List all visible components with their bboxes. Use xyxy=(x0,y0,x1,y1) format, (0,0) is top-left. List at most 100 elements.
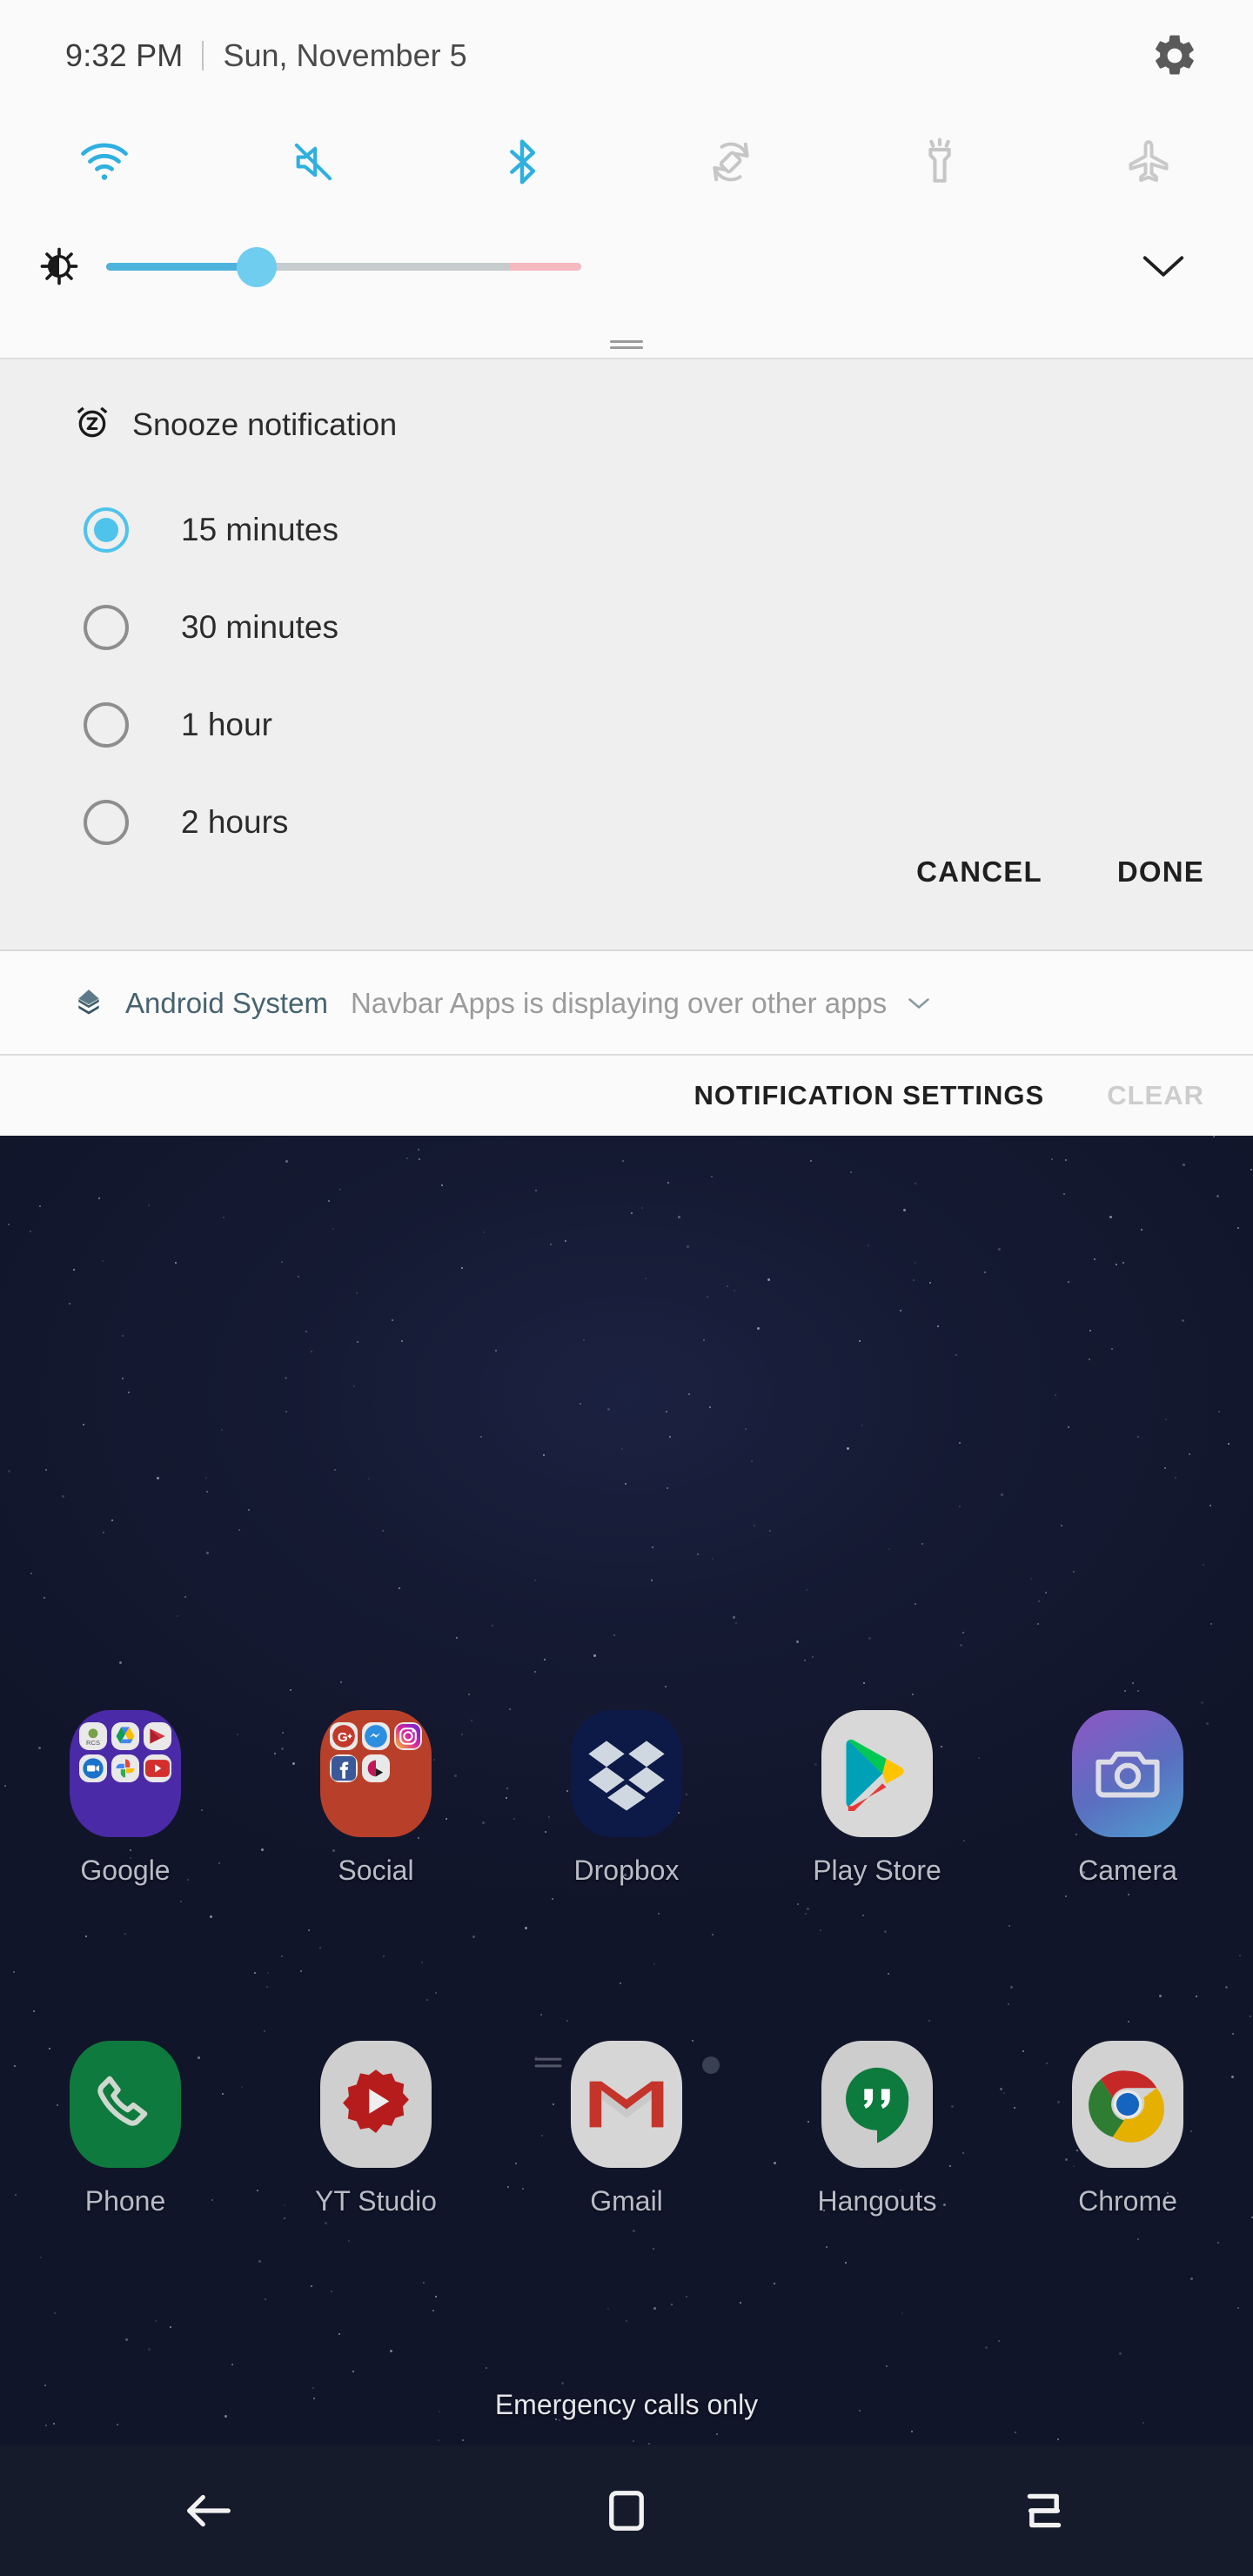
google-drive-icon xyxy=(111,1722,139,1750)
app-label: Dropbox xyxy=(573,1855,680,1886)
snooze-option-label: 15 minutes xyxy=(181,512,338,547)
notification-settings-button[interactable]: NOTIFICATION SETTINGS xyxy=(694,1080,1044,1111)
system-notification-row[interactable]: Android System Navbar Apps is displaying… xyxy=(0,951,1253,1056)
snooze-option-label: 30 minutes xyxy=(181,609,338,645)
brightness-row xyxy=(0,219,1253,313)
camera-icon xyxy=(1072,1710,1183,1837)
snooze-option-1-hour[interactable]: 1 hour xyxy=(0,676,1253,774)
qs-toggle-auto-rotate[interactable] xyxy=(626,111,835,212)
status-date: Sun, November 5 xyxy=(223,37,467,73)
cancel-button[interactable]: CANCEL xyxy=(916,855,1042,889)
recents-icon[interactable] xyxy=(975,2445,1114,2576)
snooze-option-15-minutes[interactable]: 15 minutes xyxy=(0,481,1253,579)
hangouts-icon xyxy=(821,2041,933,2168)
slider-warm-segment xyxy=(510,263,581,271)
snooze-action-row: CANCEL DONE xyxy=(916,855,1204,889)
messenger-icon xyxy=(362,1722,390,1750)
svg-text:RCS: RCS xyxy=(86,1739,100,1747)
snooze-options-list: 15 minutes 30 minutes 1 hour 2 hours xyxy=(0,481,1253,871)
pie-control-icon xyxy=(362,1754,390,1782)
notification-footer: NOTIFICATION SETTINGS CLEAR xyxy=(0,1056,1253,1136)
quick-toggle-row xyxy=(0,111,1253,212)
slider-thumb[interactable] xyxy=(237,247,277,287)
panel-drag-handle[interactable] xyxy=(610,340,643,349)
app-label: Camera xyxy=(1078,1855,1177,1886)
folder-icon: RCS xyxy=(70,1710,181,1837)
google-duo-icon xyxy=(79,1754,107,1782)
qs-toggle-sound[interactable] xyxy=(209,111,418,212)
qs-toggle-airplane-mode[interactable] xyxy=(1044,111,1253,212)
svg-text:G: G xyxy=(338,1730,348,1745)
folder-icon: G xyxy=(320,1710,432,1837)
app-dropbox[interactable]: Dropbox xyxy=(526,1710,727,1887)
app-camera[interactable]: Camera xyxy=(1028,1710,1228,1887)
app-label: YT Studio xyxy=(315,2185,437,2217)
google-plus-icon: G xyxy=(330,1722,358,1750)
chevron-down-icon[interactable] xyxy=(1140,249,1187,284)
app-label: Phone xyxy=(84,2185,166,2217)
app-phone[interactable]: Phone xyxy=(25,2041,225,2217)
gmail-icon xyxy=(571,2041,682,2168)
snooze-option-label: 2 hours xyxy=(181,804,289,840)
notification-message: Navbar Apps is displaying over other app… xyxy=(350,987,888,1019)
app-label: Chrome xyxy=(1078,2185,1177,2217)
slider-fill xyxy=(106,263,258,271)
app-play-store[interactable]: Play Store xyxy=(777,1710,977,1887)
quick-settings-panel: 9:32 PM Sun, November 5 xyxy=(0,0,1253,359)
brightness-icon xyxy=(26,246,92,286)
android-screen: 9:32 PM Sun, November 5 Snooze notificat… xyxy=(0,0,1253,2576)
app-row-1: RCS Google G Social Dropbox Play Store C… xyxy=(0,1710,1253,1887)
alarm-snooze-icon xyxy=(75,405,110,444)
app-label: Hangouts xyxy=(817,2185,937,2217)
home-square-icon[interactable] xyxy=(557,2445,696,2576)
back-arrow-icon[interactable] xyxy=(139,2445,278,2576)
snooze-option-30-minutes[interactable]: 30 minutes xyxy=(0,579,1253,676)
app-hangouts[interactable]: Hangouts xyxy=(777,2041,977,2217)
snooze-notification-panel: Snooze notification 15 minutes 30 minute… xyxy=(0,359,1253,951)
home-screen: RCS Google G Social Dropbox Play Store C… xyxy=(0,1136,1253,2576)
play-store-icon xyxy=(821,1710,933,1837)
radio-button[interactable] xyxy=(84,605,129,650)
qs-toggle-flashlight[interactable] xyxy=(835,111,1044,212)
snooze-title: Snooze notification xyxy=(132,406,398,442)
phone-icon xyxy=(70,2041,181,2168)
radio-button[interactable] xyxy=(84,702,129,748)
app-folder-social[interactable]: G Social xyxy=(276,1710,476,1887)
carrier-status: Emergency calls only xyxy=(494,2389,759,2420)
app-label: Social xyxy=(338,1855,414,1886)
facebook-icon xyxy=(330,1754,358,1782)
android-system-icon xyxy=(71,986,106,1021)
app-label: Gmail xyxy=(590,2185,663,2217)
app-gmail[interactable]: Gmail xyxy=(526,2041,727,2217)
clear-button[interactable]: CLEAR xyxy=(1107,1080,1204,1111)
app-row-2: Phone YT Studio Gmail Hangouts Chrome xyxy=(0,2041,1253,2217)
dropbox-icon xyxy=(571,1710,682,1837)
snooze-header: Snooze notification xyxy=(75,405,397,444)
instagram-icon xyxy=(394,1722,422,1750)
qs-toggle-wifi[interactable] xyxy=(0,111,209,212)
app-yt-studio[interactable]: YT Studio xyxy=(276,2041,476,2217)
app-chrome[interactable]: Chrome xyxy=(1028,2041,1228,2217)
chrome-icon xyxy=(1072,2041,1183,2168)
gear-icon[interactable] xyxy=(1150,31,1199,80)
brightness-slider[interactable] xyxy=(106,240,581,292)
youtube-studio-icon xyxy=(320,2041,432,2168)
rcs-icon: RCS xyxy=(79,1722,107,1750)
youtube-icon xyxy=(144,1754,171,1782)
navigation-bar xyxy=(0,2445,1253,2576)
notification-app-name: Android System xyxy=(125,987,328,1019)
status-clock: 9:32 PM xyxy=(65,37,184,73)
done-button[interactable]: DONE xyxy=(1117,855,1204,889)
app-folder-google[interactable]: RCS Google xyxy=(25,1710,225,1887)
google-play-movies-icon xyxy=(144,1722,171,1750)
radio-button[interactable] xyxy=(84,800,129,845)
app-label: Google xyxy=(80,1855,171,1886)
status-separator xyxy=(202,41,204,70)
app-label: Play Store xyxy=(813,1855,941,1886)
chevron-down-icon[interactable] xyxy=(906,994,932,1013)
snooze-option-label: 1 hour xyxy=(181,707,272,742)
radio-button[interactable] xyxy=(84,507,129,553)
qs-toggle-bluetooth[interactable] xyxy=(418,111,626,212)
status-bar: 9:32 PM Sun, November 5 xyxy=(0,0,1253,111)
google-photos-icon xyxy=(111,1754,139,1782)
